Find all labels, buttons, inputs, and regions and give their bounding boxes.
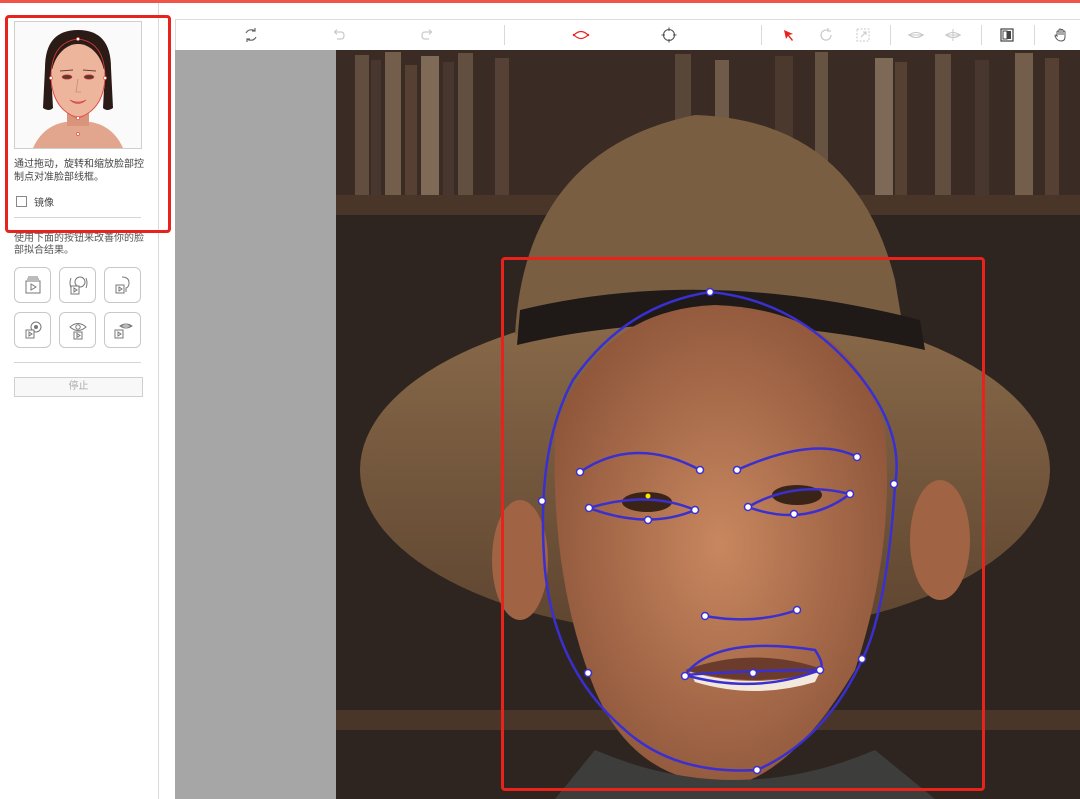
- fit-eye-icon: [68, 323, 87, 340]
- pan-button[interactable]: [1052, 26, 1070, 44]
- select-button[interactable]: [780, 26, 798, 44]
- move-points-button[interactable]: [660, 26, 678, 44]
- top-accent-bar: [0, 0, 1080, 3]
- fit-profile-icon: [115, 276, 130, 294]
- redo-button[interactable]: [418, 26, 436, 44]
- wireframe-eye-icon: [572, 30, 590, 40]
- toolbar-separator: [1034, 25, 1035, 45]
- alignment-instruction: 通过拖动，旋转和缩放脸部控制点对准脸部线框。: [14, 159, 144, 183]
- mirror-label: 镜像: [34, 198, 54, 209]
- contrast-icon: [1000, 28, 1014, 42]
- flip-horizontal-icon: [908, 31, 924, 39]
- sidebar-divider: [14, 362, 141, 363]
- flip-vertical-button[interactable]: [944, 26, 962, 44]
- photo-subject: [175, 50, 1080, 799]
- undo-button[interactable]: [330, 26, 348, 44]
- hand-pan-icon: [1054, 28, 1066, 42]
- fit-ear-button[interactable]: [14, 312, 51, 348]
- flip-vertical-icon: [945, 29, 961, 41]
- toolbar-separator: [504, 25, 505, 45]
- scale-button[interactable]: [854, 26, 872, 44]
- reset-button[interactable]: [242, 26, 260, 44]
- select-arrow-icon: [784, 30, 793, 41]
- fit-mouth-button[interactable]: [104, 312, 141, 348]
- reference-face-thumbnail: [14, 21, 142, 149]
- image-canvas[interactable]: [175, 50, 1080, 799]
- pupil-marker: [645, 493, 651, 499]
- toolbar-separator: [981, 25, 982, 45]
- fit-profile-button[interactable]: [104, 267, 141, 303]
- undo-icon: [333, 29, 345, 40]
- reset-icon: [245, 28, 257, 42]
- wireframe-view-button[interactable]: [572, 26, 590, 44]
- redo-icon: [421, 29, 433, 40]
- toolbar-separator: [761, 25, 762, 45]
- rotate-button[interactable]: [817, 26, 835, 44]
- flip-horizontal-button[interactable]: [907, 26, 925, 44]
- mirror-option[interactable]: 镜像: [16, 194, 54, 209]
- move-points-icon: [661, 27, 677, 43]
- mirror-checkbox[interactable]: [16, 196, 27, 207]
- rotate-icon: [820, 28, 832, 41]
- fit-eye-button[interactable]: [59, 312, 96, 348]
- stop-button[interactable]: 停止: [14, 377, 143, 397]
- fit-face-icon: [25, 276, 40, 294]
- sidebar: 通过拖动，旋转和缩放脸部控制点对准脸部线框。 镜像 使用下面的按钮来改善你的脸部…: [0, 3, 159, 799]
- fit-head-button[interactable]: [59, 267, 96, 303]
- fit-mouth-icon: [114, 323, 133, 339]
- toolbar: [175, 19, 1080, 51]
- contrast-button[interactable]: [998, 26, 1016, 44]
- scale-icon: [856, 28, 870, 42]
- fit-head-icon: [69, 276, 87, 295]
- auto-fit-instruction: 使用下面的按钮来改善你的脸部拟合结果。: [14, 233, 144, 256]
- sidebar-divider: [14, 217, 141, 218]
- fit-ear-icon: [25, 321, 41, 339]
- toolbar-separator: [890, 25, 891, 45]
- fit-face-button[interactable]: [14, 267, 51, 303]
